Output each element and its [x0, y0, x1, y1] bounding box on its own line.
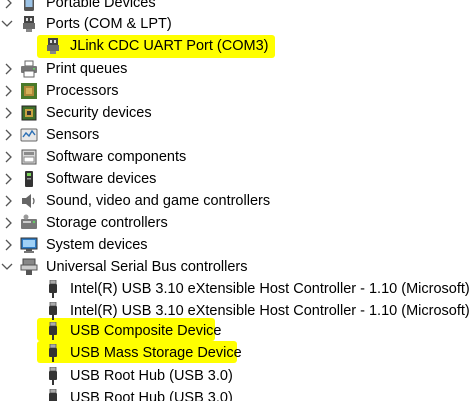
tree-item-storage-controllers[interactable]: Storage controllers — [0, 212, 474, 234]
system-device-icon — [20, 236, 38, 254]
chevron-right-icon[interactable] — [3, 62, 15, 76]
tree-item-label: USB Mass Storage Device — [70, 345, 242, 361]
tree-item-label: System devices — [46, 237, 148, 253]
tree-item-label: Security devices — [46, 105, 152, 121]
chevron-right-icon[interactable] — [3, 172, 15, 186]
speaker-icon — [20, 192, 38, 210]
processor-icon — [20, 82, 38, 100]
device-manager-tree: Portable Devices Ports (COM & LPT) JLink… — [0, 0, 474, 401]
tree-item-label: USB Root Hub (USB 3.0) — [70, 368, 233, 384]
portable-device-icon — [20, 0, 38, 12]
usb-plug-icon — [44, 389, 62, 401]
chevron-right-icon[interactable] — [3, 216, 15, 230]
tree-item-intel-host-controller[interactable]: Intel(R) USB 3.10 eXtensible Host Contro… — [0, 278, 474, 300]
tree-item-label: USB Composite Device — [70, 323, 222, 339]
usb-plug-icon — [44, 302, 62, 320]
software-component-icon — [20, 148, 38, 166]
tree-item-security-devices[interactable]: Security devices — [0, 102, 474, 124]
chevron-right-icon[interactable] — [3, 194, 15, 208]
usb-controller-icon — [20, 258, 38, 276]
tree-item-label: Portable Devices — [46, 0, 156, 11]
chevron-right-icon[interactable] — [3, 106, 15, 120]
tree-item-label: JLink CDC UART Port (COM3) — [70, 38, 269, 54]
chevron-right-icon[interactable] — [3, 238, 15, 252]
chevron-right-icon[interactable] — [3, 0, 15, 10]
tree-item-usb-root-hub[interactable]: USB Root Hub (USB 3.0) — [0, 387, 474, 401]
chevron-down-icon[interactable] — [1, 260, 13, 274]
port-icon — [44, 37, 62, 55]
tree-item-sound-video-game[interactable]: Sound, video and game controllers — [0, 190, 474, 212]
tree-item-label: Intel(R) USB 3.10 eXtensible Host Contro… — [70, 303, 470, 319]
tree-item-label: Print queues — [46, 61, 128, 77]
tree-item-intel-host-controller[interactable]: Intel(R) USB 3.10 eXtensible Host Contro… — [0, 300, 474, 322]
usb-plug-icon — [44, 322, 62, 340]
tree-item-processors[interactable]: Processors — [0, 80, 474, 102]
tree-item-label: Software devices — [46, 171, 157, 187]
tree-item-usb-root-hub[interactable]: USB Root Hub (USB 3.0) — [0, 365, 474, 387]
tree-item-portable-devices[interactable]: Portable Devices — [0, 0, 474, 14]
storage-controller-icon — [20, 214, 38, 232]
tree-item-label: Universal Serial Bus controllers — [46, 259, 248, 275]
tree-item-jlink-port[interactable]: JLink CDC UART Port (COM3) — [0, 35, 474, 57]
tree-item-system-devices[interactable]: System devices — [0, 234, 474, 256]
tree-item-label: Intel(R) USB 3.10 eXtensible Host Contro… — [70, 281, 470, 297]
tree-item-label: Processors — [46, 83, 119, 99]
tree-item-software-components[interactable]: Software components — [0, 146, 474, 168]
sensor-icon — [20, 126, 38, 144]
chevron-right-icon[interactable] — [3, 150, 15, 164]
tree-item-usb-mass-storage-device[interactable]: USB Mass Storage Device — [0, 342, 474, 364]
usb-plug-icon — [44, 367, 62, 385]
port-icon — [20, 15, 38, 33]
tree-item-label: USB Root Hub (USB 3.0) — [70, 390, 233, 401]
security-device-icon — [20, 104, 38, 122]
chevron-down-icon[interactable] — [1, 17, 13, 31]
chevron-right-icon[interactable] — [3, 84, 15, 98]
software-device-icon — [20, 170, 38, 188]
tree-item-label: Storage controllers — [46, 215, 168, 231]
tree-item-sensors[interactable]: Sensors — [0, 124, 474, 146]
tree-item-label: Sound, video and game controllers — [46, 193, 271, 209]
usb-plug-icon — [44, 344, 62, 362]
tree-item-label: Software components — [46, 149, 187, 165]
usb-plug-icon — [44, 280, 62, 298]
tree-item-usb-composite-device[interactable]: USB Composite Device — [0, 320, 474, 342]
tree-item-ports[interactable]: Ports (COM & LPT) — [0, 13, 474, 35]
tree-item-software-devices[interactable]: Software devices — [0, 168, 474, 190]
chevron-right-icon[interactable] — [3, 128, 15, 142]
tree-item-label: Sensors — [46, 127, 100, 143]
tree-item-usb-controllers[interactable]: Universal Serial Bus controllers — [0, 256, 474, 278]
printer-icon — [20, 60, 38, 78]
tree-item-label: Ports (COM & LPT) — [46, 16, 172, 32]
tree-item-print-queues[interactable]: Print queues — [0, 58, 474, 80]
